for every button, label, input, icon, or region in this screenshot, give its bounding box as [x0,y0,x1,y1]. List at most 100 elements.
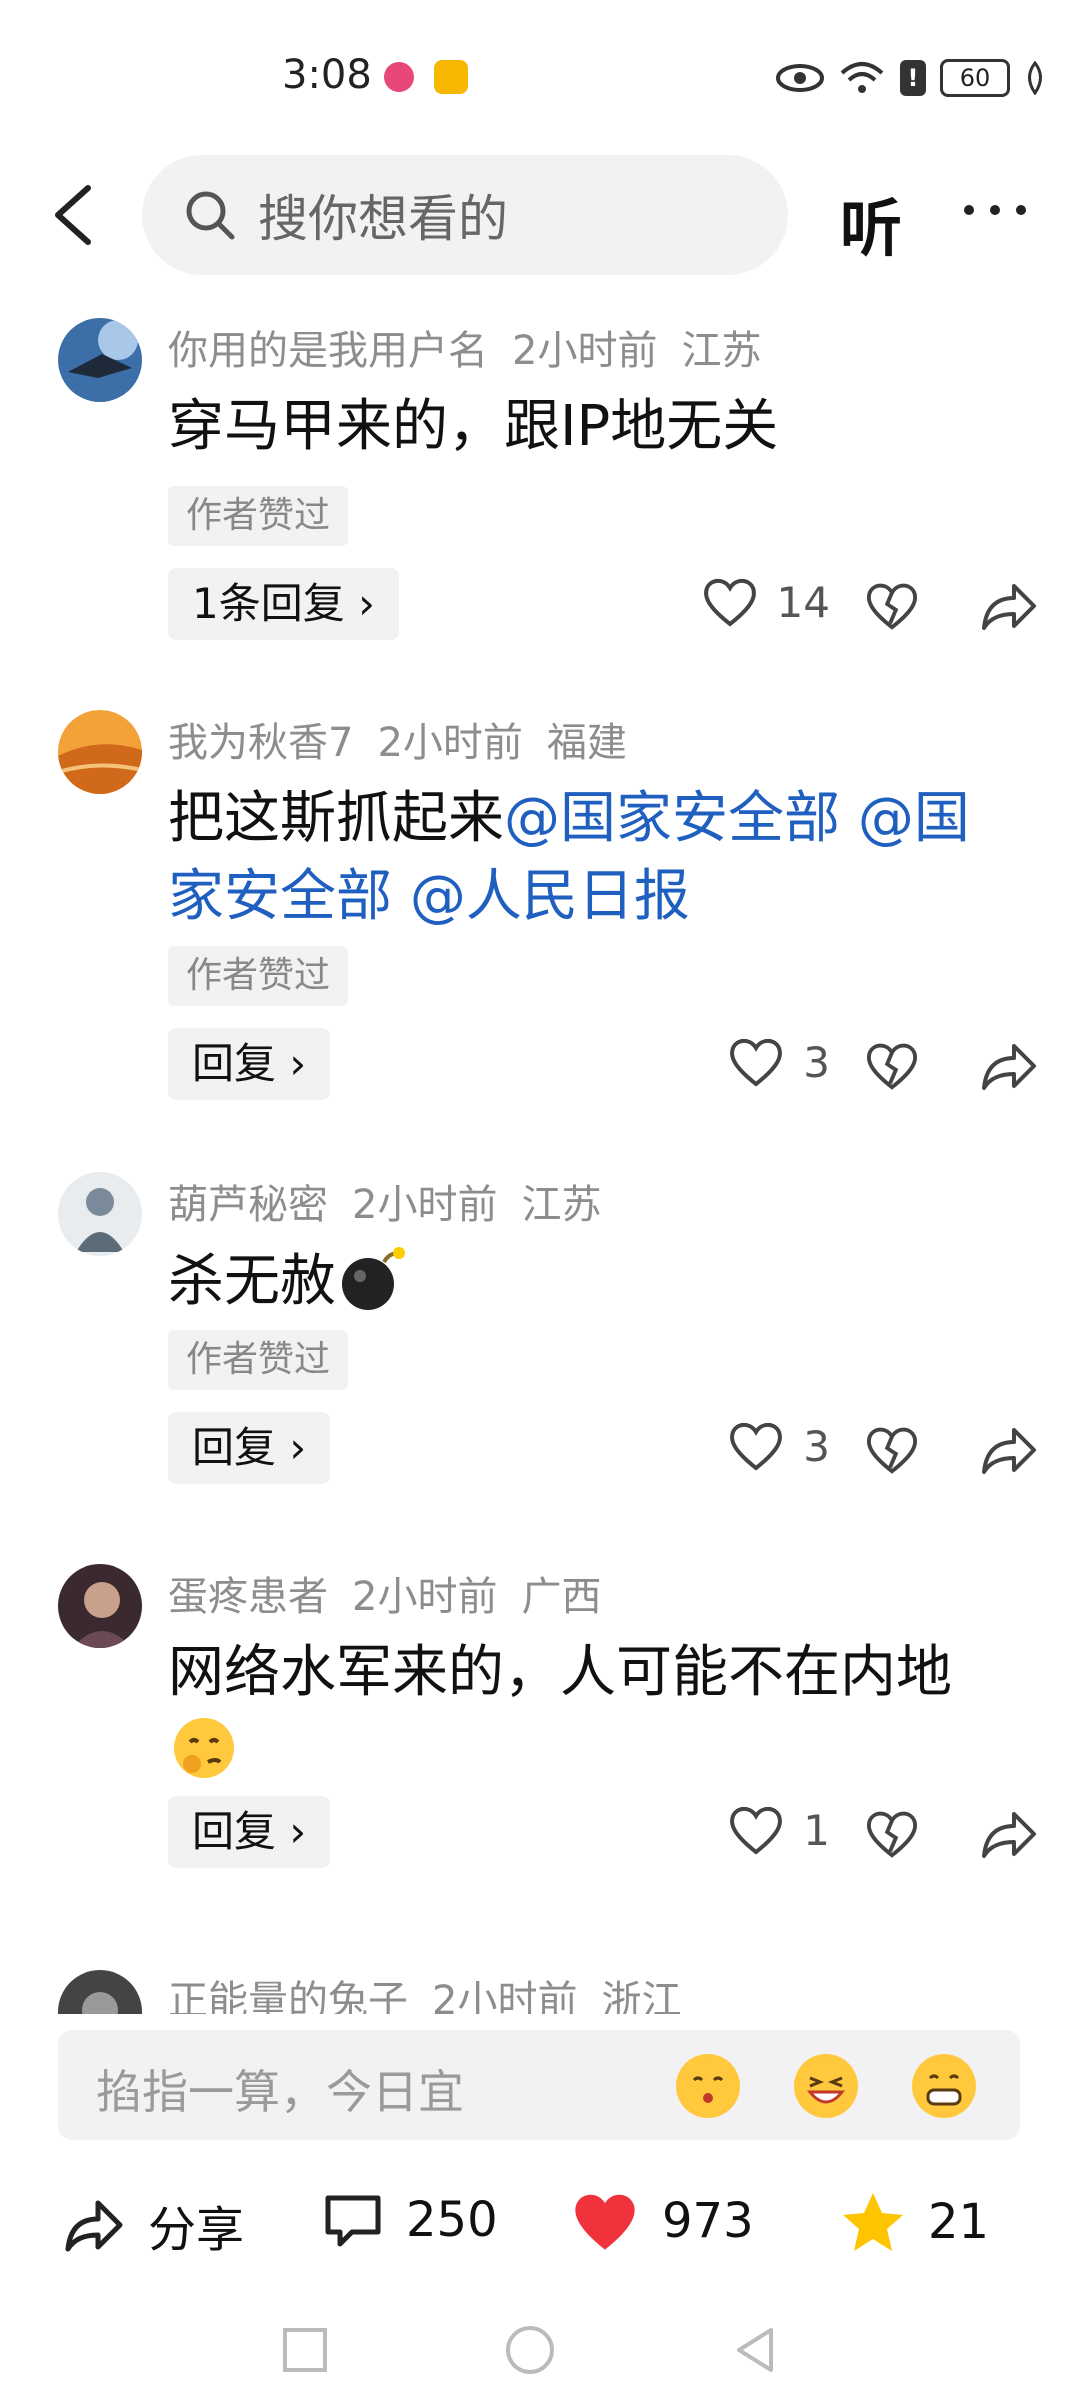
chevron-right-icon: › [289,1039,307,1088]
reply-label: 回复 [192,1807,277,1856]
like-button[interactable]: 3 [727,1420,830,1472]
kissing-face-emoji[interactable] [676,2054,740,2118]
comment-body: 杀无赦 [168,1249,336,1314]
recents-icon[interactable] [275,2320,335,2380]
avatar-image [58,1564,142,1648]
comment-username[interactable]: 我为秋香7 [168,720,353,766]
like-button[interactable]: 3 [727,1036,830,1088]
dislike-icon[interactable] [864,578,920,634]
header: 搜你想看的 听 [0,150,1080,280]
search-input[interactable]: 搜你想看的 [142,155,788,275]
dislike-icon[interactable] [864,1806,920,1862]
comment-input-placeholder: 掐指一算，今日宜 [96,2065,464,2119]
listen-button[interactable]: 听 [840,178,902,268]
comment-text: 把这斯抓起来@国家安全部 @国家安全部 @人民日报 [168,780,1008,936]
share-icon[interactable] [980,578,1040,634]
share-icon [65,2200,123,2252]
share-icon[interactable] [980,1038,1040,1094]
reply-button[interactable]: 回复 › [168,1796,331,1868]
grinning-face-emoji[interactable] [912,2054,976,2118]
avatar[interactable] [58,318,142,402]
comment-location: 浙江 [601,1978,682,2014]
alert-icon: ! [900,60,926,96]
comment-item: 葫芦秘密 2小时前 江苏 杀无赦 作者赞过 回复 › 3 [0,1172,1080,1512]
reply-label: 1条回复 [192,579,345,628]
eye-icon [776,64,824,92]
comment-actions: 3 [640,1028,1080,1100]
like-button[interactable]: 1 [727,1804,830,1856]
reply-label: 回复 [192,1039,277,1088]
author-liked-badge: 作者赞过 [168,486,349,546]
laughing-face-emoji[interactable] [794,2054,858,2118]
like-count: 1 [803,1805,830,1855]
like-count: 3 [803,1037,830,1087]
comment-item: 蛋疼患者 2小时前 广西 网络水军来的，人可能不在内地 回复 › 1 [0,1564,1080,1914]
heart-outline-icon [703,578,756,627]
comment-text: 网络水军来的，人可能不在内地 [168,1634,988,1791]
comment-text: 穿马甲来的，跟IP地无关 [168,394,779,459]
comment-input[interactable]: 掐指一算，今日宜 [58,2030,1020,2140]
more-button[interactable] [955,190,1035,230]
app-notification-icon [384,62,414,92]
avatar[interactable] [58,710,142,794]
comment-location: 福建 [546,720,627,766]
comment-username[interactable]: 你用的是我用户名 [168,328,488,374]
comment-item: 正能量的兔子 2小时前 浙江 [0,1964,1080,2014]
like-post-button[interactable]: 973 [570,2190,754,2252]
share-icon[interactable] [980,1422,1040,1478]
avatar[interactable] [58,1564,142,1648]
app-badge-icon [434,60,468,94]
search-icon [186,191,235,240]
reply-label: 回复 [192,1423,277,1472]
share-icon[interactable] [980,1806,1040,1862]
author-liked-badge: 作者赞过 [168,946,349,1006]
wifi-icon [840,62,884,93]
heart-outline-icon [730,1806,783,1855]
status-icons: ! 60 [776,56,1046,100]
comment-username[interactable]: 蛋疼患者 [168,1574,328,1620]
mention-link[interactable]: @国家安全部 [504,786,840,851]
avatar[interactable] [58,1970,142,2014]
view-replies-button[interactable]: 1条回复 › [168,568,399,640]
status-time: 3:08 [282,52,372,98]
dislike-icon[interactable] [864,1422,920,1478]
comment-item: 你用的是我用户名 2小时前 江苏 穿马甲来的，跟IP地无关 作者赞过 1条回复 › … [0,318,1080,648]
bottom-action-bar: 分享 250 973 21 [0,2170,1080,2290]
like-count: 14 [776,577,830,627]
reply-button[interactable]: 回复 › [168,1412,331,1484]
comment-meta: 葫芦秘密 2小时前 江苏 [168,1172,625,1230]
more-icon [964,205,1026,215]
chevron-right-icon: › [358,579,375,628]
chevron-left-icon [55,185,91,245]
heart-filled-icon [575,2194,635,2250]
comment-meta: 蛋疼患者 2小时前 广西 [168,1564,625,1622]
comment-body: 网络水军来的，人可能不在内地 [168,1640,952,1705]
thinking-face-emoji [174,1718,234,1778]
avatar[interactable] [58,1172,142,1256]
comment-meta: 你用的是我用户名 2小时前 江苏 [168,318,785,376]
chevron-right-icon: › [289,1807,307,1856]
reply-button[interactable]: 回复 › [168,1028,331,1100]
dislike-icon[interactable] [864,1038,920,1094]
avatar-image [58,1970,142,2014]
favorites-count: 21 [928,2194,990,2250]
comment-username[interactable]: 葫芦秘密 [168,1182,328,1228]
comment-username[interactable]: 正能量的兔子 [168,1978,408,2014]
comments-button[interactable]: 250 [322,2190,498,2250]
favorite-button[interactable]: 21 [840,2190,989,2254]
leaf-icon [1028,61,1042,95]
share-button[interactable]: 分享 [62,2190,244,2260]
back-nav-icon[interactable] [725,2320,785,2380]
back-button[interactable] [40,170,110,260]
comment-icon [325,2195,381,2247]
search-placeholder: 搜你想看的 [258,190,508,248]
comment-time: 2小时前 [512,328,658,374]
home-icon[interactable] [500,2320,560,2380]
comment-body: 把这斯抓起来 [168,786,504,851]
mention-link[interactable]: @人民日报 [410,864,690,929]
like-button[interactable]: 14 [701,576,830,628]
comment-text: 杀无赦 [168,1242,1008,1321]
star-icon [843,2193,903,2251]
heart-outline-icon [730,1422,783,1471]
author-liked-badge: 作者赞过 [168,1330,349,1390]
